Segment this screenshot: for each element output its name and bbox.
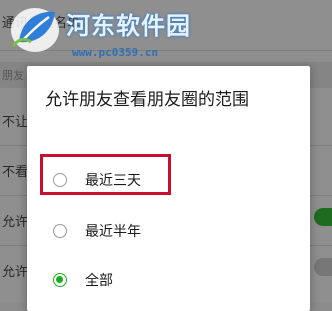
dialog-title: 允许朋友查看朋友圈的范围 (45, 90, 249, 110)
option-label: 最近半年 (85, 224, 141, 240)
settings-row-label: 不让 (2, 114, 29, 130)
radio-unchecked-icon[interactable] (53, 224, 67, 238)
settings-row-label: 允许 (2, 264, 29, 280)
leaf-logo-icon (11, 8, 59, 52)
toggle-switch (314, 258, 332, 276)
option-label: 全部 (85, 273, 113, 289)
toggle-switch (314, 208, 332, 226)
highlight-annotation-box (40, 154, 171, 195)
section-header-label: 朋友 (2, 69, 24, 82)
option-last-half-year[interactable]: 最近半年 (27, 209, 310, 253)
radio-checked-icon[interactable] (53, 273, 67, 287)
settings-row-label: 允许 (2, 214, 29, 230)
option-all[interactable]: 全部 (27, 258, 310, 302)
watermark-title: 河东软件园 (66, 11, 191, 40)
settings-row-label: 不看 (2, 164, 29, 180)
moments-visibility-dialog: 允许朋友查看朋友圈的范围 最近三天 最近半年 全部 (27, 66, 310, 311)
watermark-url: www.pc0359.cn (72, 46, 159, 59)
